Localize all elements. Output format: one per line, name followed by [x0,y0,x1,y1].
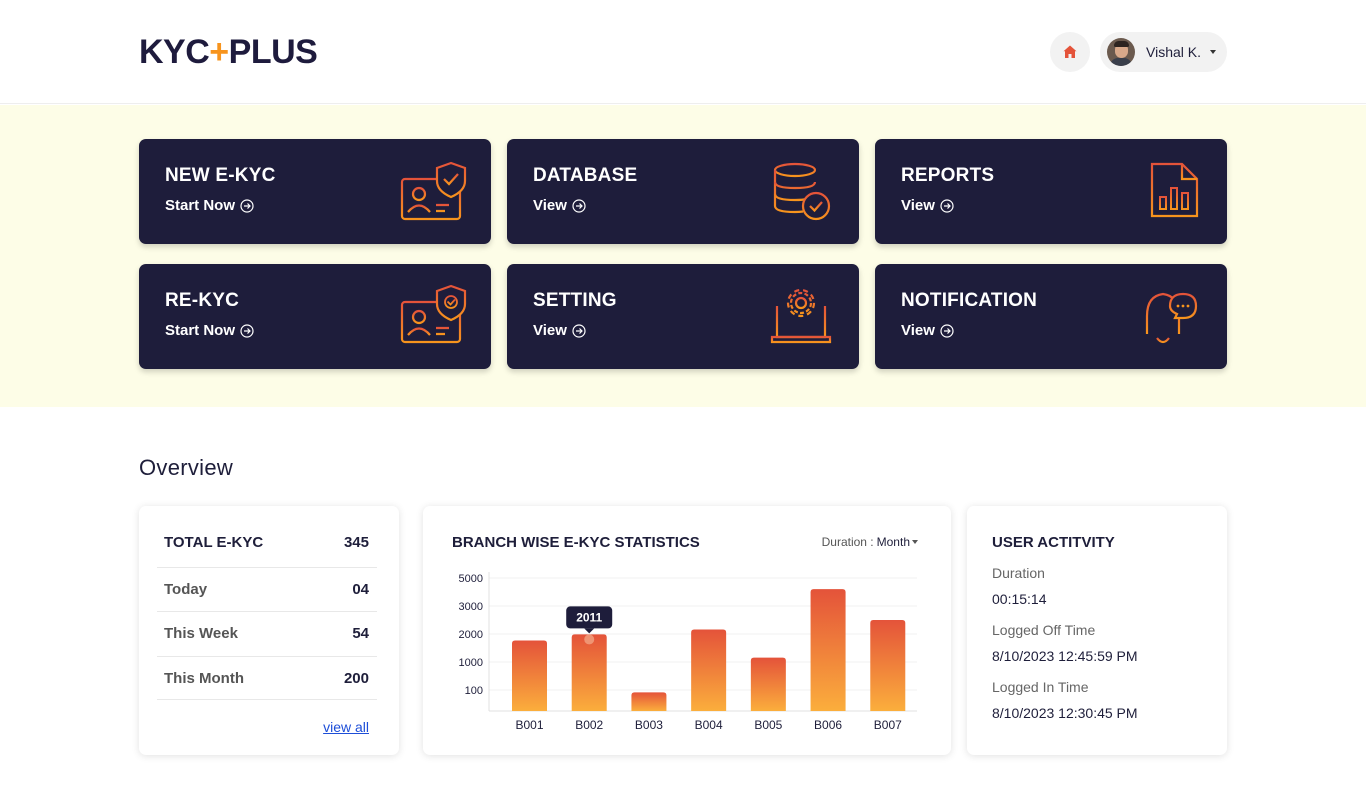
bell-message-icon [1142,290,1198,344]
laptop-gear-icon [770,288,832,344]
card-action-link[interactable]: Start Now [165,322,254,339]
card-action-link[interactable]: View [533,322,586,339]
bar-b004 [691,629,727,711]
card-action-link[interactable]: View [533,197,586,214]
bar-b006 [810,589,846,711]
card-title: REPORTS [901,165,995,186]
card-title: NEW E-KYC [165,165,276,186]
logo-text-plus: PLUS [228,33,318,71]
total-ekyc-panel: TOTAL E-KYC 345 Today 04 This Week 54 Th… [139,506,399,755]
stat-value: 04 [352,581,369,598]
avatar [1107,38,1135,66]
x-tick-label: B001 [515,718,543,732]
card-action-label: View [901,197,935,214]
stat-row-today: Today 04 [157,567,377,611]
arrow-circle-right-icon [240,323,254,338]
card-re-kyc[interactable]: RE-KYC Start Now [139,264,491,369]
y-tick-label: 2000 [459,629,483,641]
card-action-link[interactable]: Start Now [165,197,254,214]
bar-b001 [512,640,547,711]
card-title: RE-KYC [165,290,240,311]
top-header: KYC+PLUS Vishal K. [0,0,1366,104]
bar-b002 [571,634,607,711]
view-all-link[interactable]: view all [323,719,369,735]
card-action-label: View [533,322,567,339]
card-action-link[interactable]: View [901,322,954,339]
user-activity-panel: USER ACTITVITY Duration 00:15:14 Logged … [967,506,1227,755]
report-chart-icon [1150,162,1199,218]
card-database[interactable]: DATABASE View [507,139,859,244]
x-tick-label: B003 [635,718,663,732]
overview-heading: Overview [139,455,234,480]
activity-value-logged-in: 8/10/2023 12:30:45 PM [992,705,1138,721]
x-tick-label: B004 [695,718,723,732]
y-tick-label: 100 [465,685,483,697]
branch-statistics-panel: BRANCH WISE E-KYC STATISTICS Duration : … [423,506,951,755]
branch-bar-chart: 5000 3000 2000 1000 100 B001 B002 2011 B003 B004 B… [459,572,917,732]
home-icon [1063,45,1077,58]
arrow-circle-right-icon [940,323,954,338]
card-action-label: View [901,322,935,339]
stat-row-this-week: This Week 54 [157,611,377,655]
chevron-down-icon [1210,50,1216,54]
stat-value: 200 [343,669,369,687]
y-tick-label: 3000 [459,601,483,613]
stat-label: This Month [164,669,244,687]
card-action-label: View [533,197,567,214]
bar-b003 [631,692,667,711]
card-new-ekyc[interactable]: NEW E-KYC Start Now [139,139,491,244]
x-tick-label: B005 [754,718,782,732]
y-tick-label: 1000 [459,657,483,669]
user-activity-title: USER ACTITVITY [992,534,1115,551]
stat-row-this-month: This Month 200 [157,656,377,700]
total-ekyc-label: TOTAL E-KYC [164,534,264,551]
user-name: Vishal K. [1146,44,1201,60]
total-ekyc-header: TOTAL E-KYC 345 [164,534,369,551]
id-card-shield-refresh-icon [400,284,467,344]
activity-label-logged-in: Logged In Time [992,679,1089,695]
card-setting[interactable]: SETTING View [507,264,859,369]
card-action-label: Start Now [165,322,236,339]
card-notification[interactable]: NOTIFICATION View [875,264,1227,369]
bar-b005 [750,657,786,711]
tooltip-point [584,634,595,645]
database-check-icon [773,162,831,221]
card-action-link[interactable]: View [901,197,954,214]
card-reports[interactable]: REPORTS View [875,139,1227,244]
id-card-shield-icon [400,161,467,221]
home-button[interactable] [1050,32,1090,72]
logo-text-kyc: KYC [139,33,210,71]
card-title: NOTIFICATION [901,290,1038,311]
logo-plus: + [209,33,229,71]
x-tick-label: B006 [814,718,842,732]
stat-value: 54 [352,625,369,642]
quick-actions-banner: NEW E-KYC Start Now DATABASE View REPORT… [0,105,1366,407]
y-tick-label: 5000 [459,573,483,585]
bar-b007 [870,619,906,711]
card-title: SETTING [533,290,617,311]
arrow-circle-right-icon [572,198,586,213]
user-menu[interactable]: Vishal K. [1100,32,1227,72]
activity-value-logged-off: 8/10/2023 12:45:59 PM [992,648,1138,664]
tooltip-pointer [584,628,595,634]
x-tick-label: B002 [575,718,603,732]
arrow-circle-right-icon [240,198,254,213]
stat-label: This Week [164,625,238,642]
stat-label: Today [164,581,208,598]
card-title: DATABASE [533,165,638,186]
arrow-circle-right-icon [572,323,586,338]
x-tick-label: B007 [874,718,902,732]
card-action-label: Start Now [165,197,236,214]
arrow-circle-right-icon [940,198,954,213]
activity-value-duration: 00:15:14 [992,591,1047,607]
kycplus-logo[interactable]: KYC+PLUS [139,33,318,71]
activity-label-duration: Duration [992,565,1045,581]
tooltip-value: 2011 [576,610,602,624]
total-ekyc-value: 345 [343,534,369,551]
activity-label-logged-off: Logged Off Time [992,622,1096,638]
